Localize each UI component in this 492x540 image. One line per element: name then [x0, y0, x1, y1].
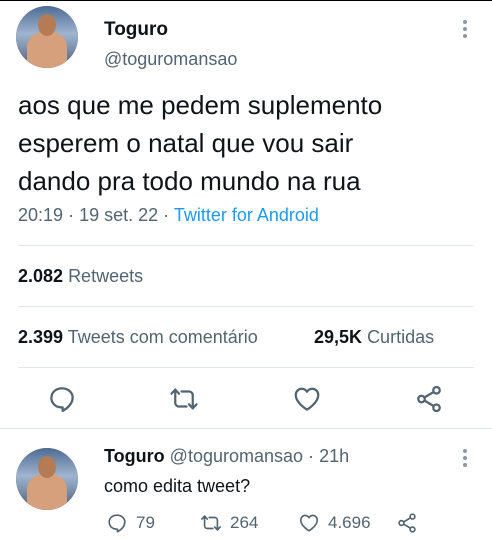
divider [18, 306, 474, 307]
like-icon [299, 514, 319, 532]
retweets-label: Retweets [68, 266, 144, 286]
reply-share-button[interactable] [396, 512, 418, 534]
likes-stat[interactable]: 29,5K Curtidas [314, 327, 434, 348]
reply-like-button[interactable]: 4.696 [298, 512, 371, 534]
reply-age[interactable]: 21h [319, 446, 349, 466]
divider [18, 367, 474, 368]
like-icon[interactable] [292, 384, 322, 414]
retweet-icon[interactable] [169, 384, 199, 414]
avatar-torso [27, 32, 67, 68]
avatar[interactable] [16, 6, 78, 68]
share-icon[interactable] [414, 384, 444, 414]
retweet-icon [201, 515, 221, 531]
tweet-text-line: aos que me pedem suplemento [18, 90, 383, 120]
tweet-meta: 20:19 · 19 set. 22 · Twitter for Android [18, 205, 319, 226]
reply-author-name[interactable]: Toguro [104, 446, 165, 466]
quote-tweets-stat[interactable]: 2.399 Tweets com comentário [18, 327, 258, 348]
divider [18, 245, 474, 246]
tweet-source-link[interactable]: Twitter for Android [174, 205, 319, 225]
separator-dot: · [163, 205, 170, 225]
divider [0, 428, 492, 429]
top-border [0, 0, 492, 1]
tweet-text-line: dando pra todo mundo na rua [18, 166, 361, 196]
reply-header: Toguro @toguromansao · 21h [104, 446, 349, 467]
likes-label: Curtidas [367, 327, 435, 347]
tweet-date[interactable]: 19 set. 22 [79, 205, 158, 225]
more-options-icon[interactable] [461, 19, 469, 39]
reply-replies-count: 79 [136, 513, 155, 532]
separator-dot: · [308, 446, 315, 466]
tweet-text: aos que me pedem suplemento esperem o na… [18, 86, 478, 200]
quote-tweets-label: Tweets com comentário [67, 327, 258, 347]
quote-tweets-count: 2.399 [18, 327, 64, 347]
separator-dot: · [68, 205, 75, 225]
avatar-torso [27, 474, 67, 510]
more-options-icon[interactable] [461, 448, 469, 468]
tweet-time[interactable]: 20:19 [18, 205, 63, 225]
reply-icon [108, 514, 126, 533]
avatar-head [38, 456, 56, 478]
avatar[interactable] [16, 448, 78, 510]
reply-likes-count: 4.696 [328, 513, 371, 532]
avatar-head [38, 14, 56, 36]
likes-count: 29,5K [314, 327, 363, 347]
author-handle[interactable]: @toguromansao [104, 49, 237, 70]
reply-reply-button[interactable]: 79 [106, 512, 155, 534]
retweets-count: 2.082 [18, 266, 64, 286]
share-icon [398, 513, 416, 533]
author-name[interactable]: Toguro [104, 19, 168, 41]
reply-text: como edita tweet? [104, 476, 251, 496]
reply-icon[interactable] [47, 384, 77, 414]
reply-author-handle[interactable]: @toguromansao [170, 446, 303, 466]
tweet-text-line: esperem o natal que vou sair [18, 128, 354, 158]
reply-retweet-button[interactable]: 264 [200, 512, 258, 534]
retweets-stat[interactable]: 2.082 Retweets [18, 266, 143, 287]
reply-retweets-count: 264 [230, 513, 259, 532]
